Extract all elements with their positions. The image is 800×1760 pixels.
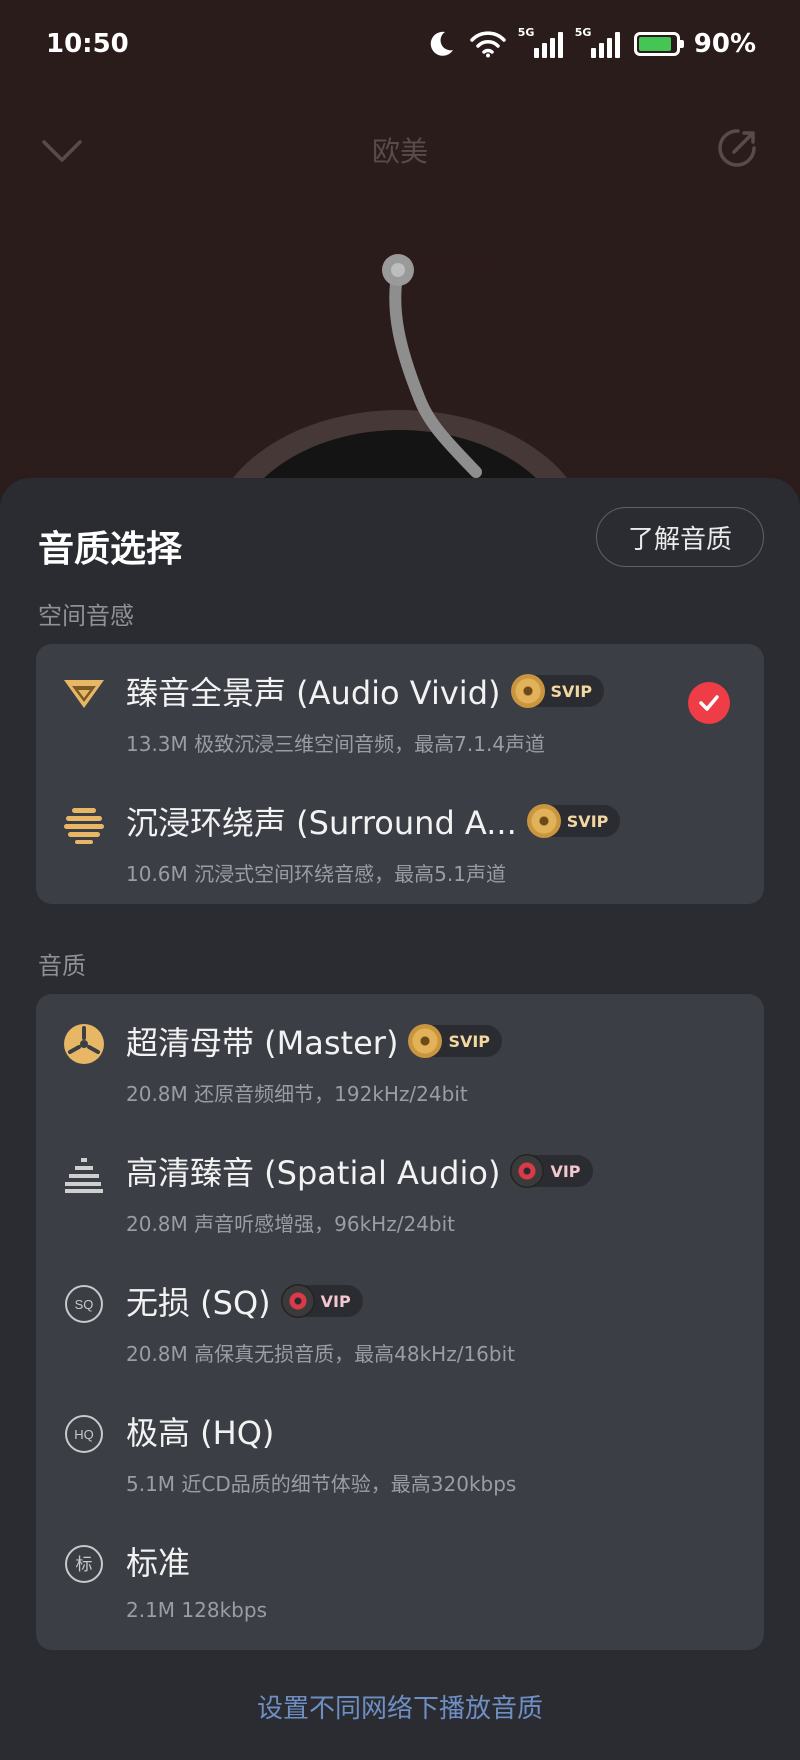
player-title: 欧美 bbox=[371, 135, 428, 168]
battery-percent: 90% bbox=[693, 29, 756, 59]
gold-disc-icon bbox=[510, 674, 545, 708]
vip-badge: VIP bbox=[510, 1154, 593, 1188]
option-description: 13.3M 极致沉浸三维空间音频，最高7.1.4声道 bbox=[126, 732, 546, 756]
option-name: 沉浸环绕声 (Surround A... bbox=[126, 804, 517, 842]
quality-selection-sheet: 音质选择 了解音质 空间音感 臻音全景声 (Audio Vivid) SVIP … bbox=[0, 478, 800, 1760]
audio-vivid-icon bbox=[64, 680, 104, 708]
option-description: 20.8M 高保真无损音质，最高48kHz/16bit bbox=[126, 1342, 515, 1366]
player-header: 欧美 bbox=[0, 110, 800, 190]
gold-disc-icon bbox=[408, 1024, 443, 1058]
option-hq[interactable]: HQ 极高 (HQ) 5.1M 近CD品质的细节体验，最高320kbps bbox=[36, 1384, 764, 1514]
option-spatial-audio[interactable]: 高清臻音 (Spatial Audio) VIP 20.8M 声音听感增强，96… bbox=[36, 1124, 764, 1254]
option-master[interactable]: 超清母带 (Master) SVIP 20.8M 还原音频细节，192kHz/2… bbox=[36, 994, 764, 1124]
quality-options-card: 超清母带 (Master) SVIP 20.8M 还原音频细节，192kHz/2… bbox=[36, 994, 764, 1650]
spatial-options-card: 臻音全景声 (Audio Vivid) SVIP 13.3M 极致沉浸三维空间音… bbox=[36, 644, 764, 904]
moon-icon bbox=[430, 31, 453, 56]
cellular-signal-2-icon: 5G bbox=[575, 26, 620, 58]
quality-section-label: 音质 bbox=[38, 952, 86, 980]
svip-badge: SVIP bbox=[526, 804, 621, 838]
svg-text:标: 标 bbox=[76, 1555, 93, 1575]
option-name: 臻音全景声 (Audio Vivid) bbox=[126, 674, 501, 712]
sheet-title: 音质选择 bbox=[38, 529, 183, 570]
status-bar: 10:50 5G 5G 90% bbox=[0, 0, 800, 88]
svg-text:SQ: SQ bbox=[75, 1297, 94, 1312]
sq-icon: SQ bbox=[65, 1285, 103, 1323]
svg-text:HQ: HQ bbox=[74, 1427, 94, 1442]
option-name: 极高 (HQ) bbox=[126, 1414, 275, 1452]
option-name: 超清母带 (Master) bbox=[126, 1024, 399, 1062]
status-icons: 5G 5G 90% bbox=[426, 26, 756, 59]
status-time: 10:50 bbox=[46, 29, 129, 59]
option-description: 10.6M 沉浸式空间环绕音感，最高5.1声道 bbox=[126, 862, 506, 886]
svip-badge: SVIP bbox=[510, 674, 605, 708]
check-icon bbox=[688, 682, 730, 724]
vip-badge: VIP bbox=[280, 1284, 363, 1318]
option-standard[interactable]: 标 标准 2.1M 128kbps bbox=[36, 1514, 764, 1644]
red-disc-icon bbox=[280, 1284, 315, 1318]
option-audio-vivid[interactable]: 臻音全景声 (Audio Vivid) SVIP 13.3M 极致沉浸三维空间音… bbox=[36, 644, 764, 774]
standard-icon: 标 bbox=[65, 1545, 103, 1583]
network-quality-settings-link[interactable]: 设置不同网络下播放音质 bbox=[0, 1688, 800, 1725]
hq-icon: HQ bbox=[65, 1415, 103, 1453]
surround-icon bbox=[64, 808, 104, 844]
battery-fill bbox=[638, 37, 672, 51]
learn-quality-button[interactable]: 了解音质 bbox=[596, 507, 764, 567]
battery-icon bbox=[633, 32, 684, 56]
option-surround[interactable]: 沉浸环绕声 (Surround A... SVIP 10.6M 沉浸式空间环绕音… bbox=[36, 774, 764, 904]
option-name: 标准 bbox=[126, 1544, 191, 1582]
svip-badge: SVIP bbox=[408, 1024, 503, 1058]
wifi-icon bbox=[470, 31, 506, 58]
cellular-signal-1-icon: 5G bbox=[518, 26, 563, 58]
option-description: 20.8M 还原音频细节，192kHz/24bit bbox=[126, 1082, 468, 1106]
gold-disc-icon bbox=[526, 804, 561, 838]
option-description: 5.1M 近CD品质的细节体验，最高320kbps bbox=[126, 1472, 517, 1496]
spatial-audio-icon bbox=[65, 1158, 103, 1193]
chevron-down-icon[interactable] bbox=[40, 130, 84, 170]
master-icon bbox=[64, 1024, 104, 1064]
option-name: 无损 (SQ) bbox=[126, 1284, 271, 1322]
red-disc-icon bbox=[510, 1154, 545, 1188]
turntable-tonearm bbox=[219, 254, 581, 500]
option-description: 2.1M 128kbps bbox=[126, 1598, 267, 1622]
share-icon[interactable] bbox=[714, 124, 762, 172]
option-name: 高清臻音 (Spatial Audio) bbox=[126, 1154, 501, 1192]
option-sq[interactable]: SQ 无损 (SQ) VIP 20.8M 高保真无损音质，最高48kHz/16b… bbox=[36, 1254, 764, 1384]
spatial-section-label: 空间音感 bbox=[38, 602, 134, 630]
option-description: 20.8M 声音听感增强，96kHz/24bit bbox=[126, 1212, 455, 1236]
